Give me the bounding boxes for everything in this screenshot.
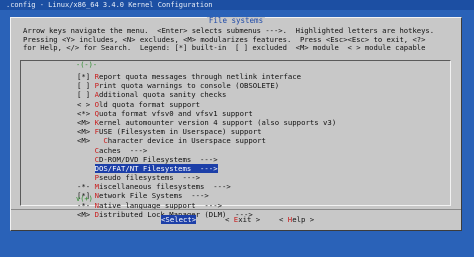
help-label: elp: [292, 215, 306, 224]
menu-item-text: etwork File Systems --->: [98, 191, 209, 201]
help-close: >: [305, 215, 315, 224]
menu-item-text: OS/FAT/NT Filesystems --->: [98, 163, 218, 173]
exit-open: <: [225, 215, 234, 224]
menu-item[interactable]: Caches --->: [77, 146, 336, 155]
menu-item[interactable]: CD-ROM/DVD Filesystems --->: [77, 155, 336, 164]
menu-item[interactable]: [ ] Additional quota sanity checks: [77, 90, 336, 99]
menu-item-text: ld quota format support: [98, 99, 201, 109]
dialog-title: File systems: [206, 16, 266, 25]
help-text: Arrow keys navigate the menu. <Enter> se…: [23, 26, 453, 53]
select-close: >: [191, 215, 197, 224]
menu-item-state: [77, 173, 95, 182]
menu-item-text: ernel automounter version 4 support (als…: [98, 117, 337, 127]
menu-item-label: CD-ROM/DVD Filesystems --->: [95, 155, 218, 164]
menu-item-label: Quota format vfsv0 and vfsv1 support: [95, 109, 253, 118]
exit-close: >: [251, 215, 261, 224]
menu-item[interactable]: [ ] Print quota warnings to console (OBS…: [77, 81, 336, 90]
menu-item-text: D-ROM/DVD Filesystems --->: [98, 154, 218, 164]
menu-item[interactable]: -*- Miscellaneous filesystems --->: [77, 182, 336, 191]
menu-item-state: -*-: [77, 182, 95, 192]
menu-item-state: < >: [77, 99, 95, 109]
select-label: elect: [169, 215, 192, 224]
menu-item-state: [77, 155, 95, 164]
select-button[interactable]: <Select>: [161, 215, 197, 224]
menu-item-text: aches --->: [98, 145, 148, 155]
menu-item-state: <M>: [77, 117, 95, 127]
menu-rows: [*] Report quota messages through netlin…: [77, 72, 336, 219]
menu-item-text: rint quota warnings to console (OBSOLETE…: [98, 81, 280, 91]
menu-item-label: DOS/FAT/NT Filesystems --->: [94, 163, 218, 173]
exit-label: xit: [238, 215, 252, 224]
terminal-title-bar: .config - Linux/x86_64 3.4.0 Kernel Conf…: [0, 0, 474, 10]
menu-item-text: eport quota messages through netlink int…: [98, 72, 302, 81]
help-open: <: [279, 215, 288, 224]
menu-item-state: [77, 146, 95, 155]
menu-item-text: seudo filesystems --->: [98, 173, 201, 183]
menu-item-state: <*>: [77, 108, 95, 118]
menuconfig-dialog: File systems Arrow keys navigate the men…: [10, 17, 462, 231]
menu-item-text: haracter device in Userspace support: [107, 136, 266, 146]
button-bar: <Select> < Exit > < Help >: [11, 215, 463, 225]
menu-item[interactable]: <M> Kernel automounter version 4 support…: [77, 118, 336, 127]
menu-item-label: FUSE (Filesystem in Userspace) support: [95, 127, 262, 136]
menu-item[interactable]: <M> FUSE (Filesystem in Userspace) suppo…: [77, 127, 336, 136]
menu-item-label: Old quota format support: [95, 100, 200, 109]
menu-item-label: Miscellaneous filesystems --->: [95, 182, 231, 191]
menu-item-label: Character device in Userspace support: [103, 136, 266, 145]
menu-item-label: Caches --->: [95, 146, 148, 155]
menu-item-state: <M>: [77, 127, 95, 137]
scroll-down-indicator[interactable]: v(+): [76, 195, 93, 203]
exit-button[interactable]: < Exit >: [225, 215, 260, 224]
menu-item-text: USE (Filesystem in Userspace) support: [98, 127, 262, 137]
menu-item-label: Pseudo filesystems --->: [95, 173, 200, 182]
app-title: .config - Linux/x86_64 3.4.0 Kernel Conf…: [6, 1, 213, 9]
menu-item[interactable]: < > Old quota format support: [77, 100, 336, 109]
help-line-3: for Help, </> for Search. Legend: [*] bu…: [23, 43, 426, 52]
menu-item-state: [77, 164, 95, 173]
menu-item-text: uota format vfsv0 and vfsv1 support: [98, 108, 253, 118]
menu-item-text: iscellaneous filesystems --->: [98, 182, 231, 192]
menu-item-label: Network File Systems --->: [95, 191, 209, 200]
menu-item-state: <M>: [77, 136, 104, 146]
menu-item[interactable]: DOS/FAT/NT Filesystems --->: [77, 163, 336, 173]
menu-item-state: [ ]: [77, 81, 95, 91]
button-divider: [11, 209, 461, 210]
menu-item-label: Additional quota sanity checks: [95, 90, 227, 99]
menu-item-state: [*]: [77, 72, 95, 81]
help-button[interactable]: < Help >: [279, 215, 314, 224]
scroll-up-indicator[interactable]: -(-)-: [76, 61, 97, 69]
menu-item-text: dditional quota sanity checks: [98, 90, 227, 100]
menu-item[interactable]: [*] Report quota messages through netlin…: [77, 72, 336, 81]
menu-item-state: [ ]: [77, 90, 95, 100]
menu-list[interactable]: -(-)- [*] Report quota messages through …: [20, 60, 451, 219]
menu-item[interactable]: <M> Character device in Userspace suppor…: [77, 136, 336, 145]
menu-item[interactable]: [*] Network File Systems --->: [77, 191, 336, 200]
menu-item-label: Print quota warnings to console (OBSOLET…: [95, 81, 280, 90]
menu-item-label: Kernel automounter version 4 support (al…: [95, 118, 337, 127]
menu-item-label: Report quota messages through netlink in…: [95, 72, 302, 81]
menu-item[interactable]: Pseudo filesystems --->: [77, 173, 336, 182]
menu-item[interactable]: <*> Quota format vfsv0 and vfsv1 support: [77, 109, 336, 118]
